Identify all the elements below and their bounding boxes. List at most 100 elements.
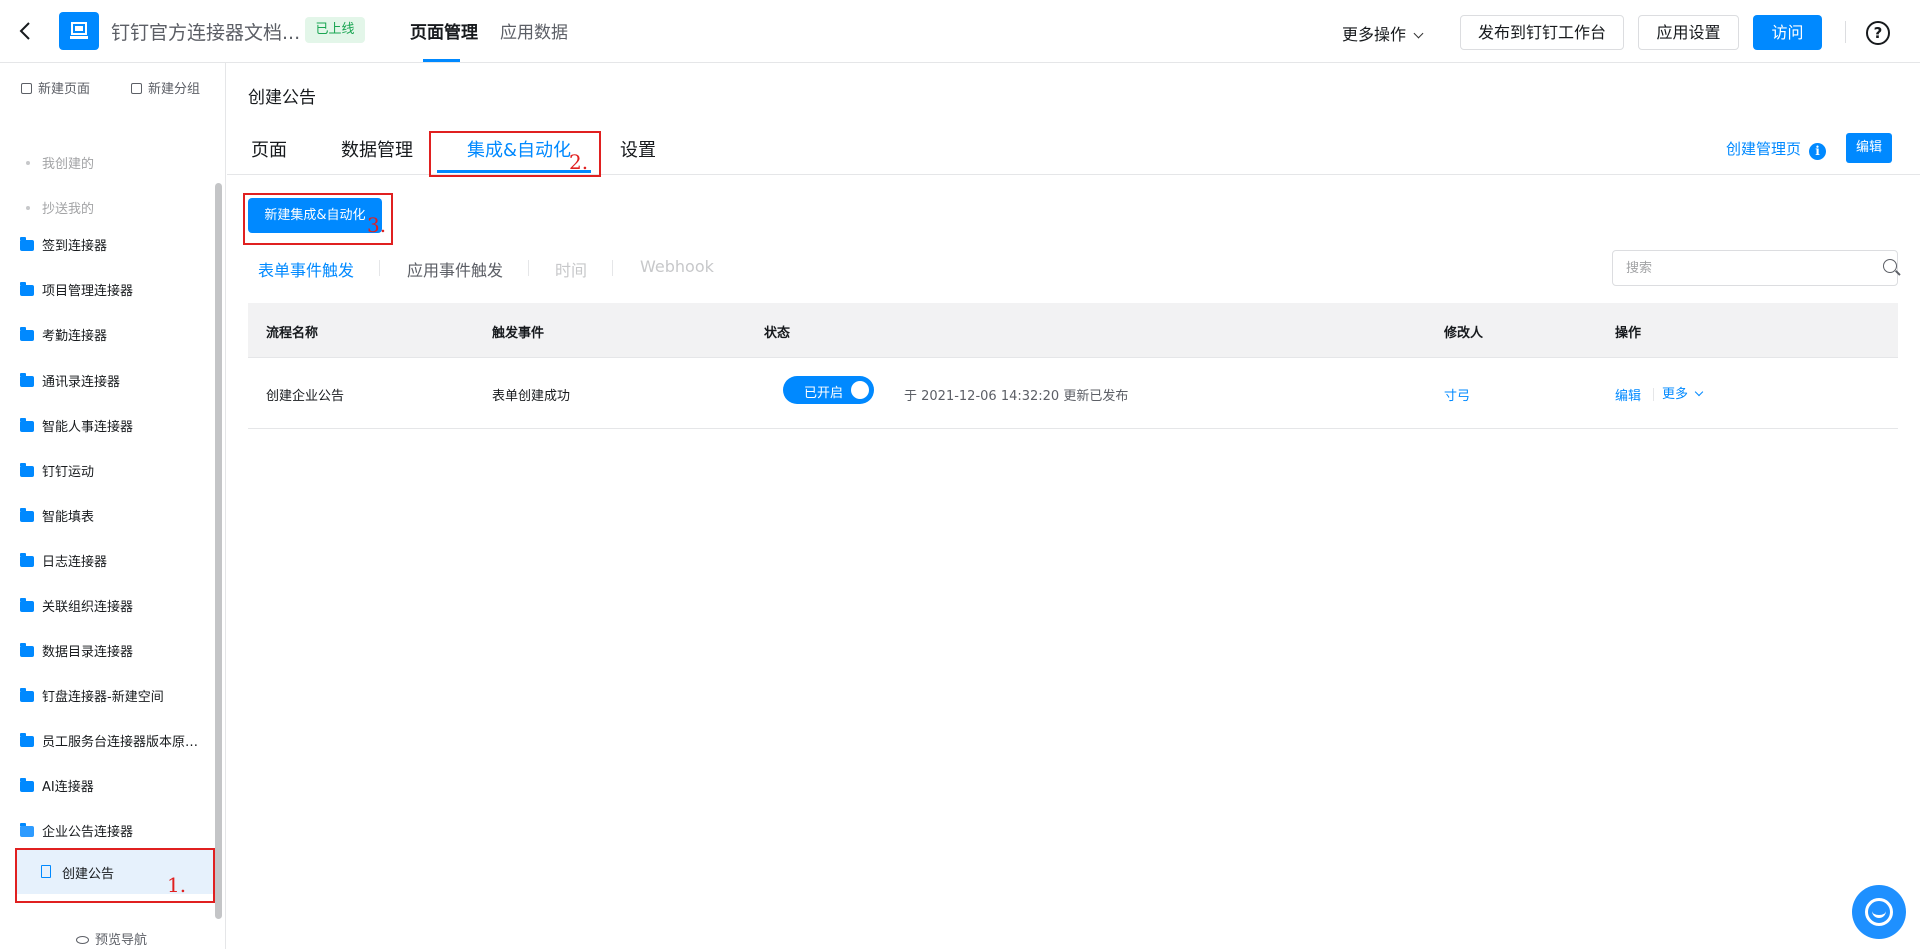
sidebar-folder[interactable]: 员工服务台连接器版本原因...: [20, 731, 210, 750]
tab-settings[interactable]: 设置: [620, 136, 656, 162]
folder-label: 通讯录连接器: [42, 375, 121, 390]
sidebar-folder[interactable]: 关联组织连接器: [20, 596, 210, 615]
folder-icon: [20, 327, 34, 341]
folder-label: 钉钉运动: [42, 465, 95, 480]
tab-data-management[interactable]: 数据管理: [341, 136, 413, 162]
column-header: 触发事件: [492, 326, 545, 341]
app-title: 钉钉官方连接器文档...: [111, 22, 301, 44]
folder-label: 考勤连接器: [42, 329, 108, 344]
folder-icon: [20, 688, 34, 702]
sidebar-folder[interactable]: 智能人事连接器: [20, 416, 210, 435]
top-bar: 钉钉官方连接器文档... 已上线 页面管理 应用数据 更多操作 发布到钉钉工作台…: [0, 0, 1920, 63]
publish-to-workbench-button[interactable]: 发布到钉钉工作台: [1460, 15, 1624, 50]
sidebar-item-label: 我创建的: [42, 157, 95, 172]
bullet-icon: [26, 161, 30, 165]
chevron-down-icon: [1694, 387, 1704, 397]
update-info-text: 于 2021-12-06 14:32:20 更新已发布: [904, 389, 1129, 404]
column-header: 修改人: [1444, 326, 1484, 341]
main-content: 创建公告 页面 数据管理 集成&自动化 设置 2. 创建管理页 i 编辑 新建集成…: [227, 63, 1920, 949]
help-icon[interactable]: ?: [1866, 21, 1890, 45]
divider: [528, 260, 529, 276]
trigger-tab-time[interactable]: 时间: [555, 257, 587, 281]
trigger-event-cell: 表单创建成功: [492, 389, 571, 404]
folder-label: 签到连接器: [42, 239, 108, 254]
search-field[interactable]: [1612, 250, 1898, 286]
tab-page[interactable]: 页面: [251, 136, 287, 162]
annotation-number-1: 1.: [167, 873, 187, 897]
divider: [1653, 388, 1654, 401]
app-settings-button[interactable]: 应用设置: [1638, 15, 1739, 50]
toggle-knob: [851, 381, 869, 399]
info-icon[interactable]: i: [1809, 143, 1827, 160]
search-input[interactable]: [1626, 259, 1856, 277]
sidebar-folder[interactable]: 通讯录连接器: [20, 371, 210, 390]
folder-icon: [20, 282, 34, 296]
folder-icon: [20, 463, 34, 477]
modifier-link[interactable]: 寸弓: [1444, 385, 1470, 404]
status-badge: 已上线: [305, 17, 365, 43]
folder-label: 日志连接器: [42, 555, 108, 570]
tab-app-data[interactable]: 应用数据: [500, 18, 568, 43]
sidebar-item-label: 抄送我的: [42, 202, 95, 217]
eye-icon: [76, 936, 89, 944]
sidebar-folder[interactable]: 智能填表: [20, 506, 210, 525]
sidebar-folder[interactable]: 项目管理连接器: [20, 280, 210, 299]
trigger-tab-form-event[interactable]: 表单事件触发: [258, 257, 354, 281]
folder-label: 数据目录连接器: [42, 645, 134, 660]
sidebar-folder[interactable]: AI连接器: [20, 776, 210, 795]
tab-page-management[interactable]: 页面管理: [410, 18, 478, 43]
annotation-number-2: 2.: [569, 150, 589, 174]
folder-icon: [20, 598, 34, 612]
trigger-tab-app-event[interactable]: 应用事件触发: [407, 257, 503, 281]
sidebar-folder[interactable]: 钉钉运动: [20, 461, 210, 480]
customer-support-icon[interactable]: [1852, 885, 1906, 939]
table-header: 流程名称 触发事件 状态 修改人 操作: [248, 303, 1898, 358]
sidebar-folder[interactable]: 签到连接器: [20, 235, 210, 254]
more-operations-label: 更多操作: [1342, 25, 1407, 44]
trigger-tab-webhook[interactable]: Webhook: [640, 257, 714, 276]
folder-icon: [20, 643, 34, 657]
folder-icon: [20, 553, 34, 567]
page-title: 创建公告: [248, 88, 316, 108]
sidebar-folder-expanded[interactable]: 企业公告连接器: [20, 821, 210, 840]
chevron-down-icon: [1413, 28, 1424, 39]
annotation-number-3: 3.: [367, 213, 387, 237]
new-group-button[interactable]: 新建分组: [131, 78, 200, 97]
divider: [1845, 21, 1846, 43]
folder-icon: [20, 508, 34, 522]
search-icon[interactable]: [1883, 259, 1897, 273]
more-operations-dropdown[interactable]: 更多操作: [1342, 21, 1424, 45]
column-header: 状态: [764, 326, 791, 341]
folder-label: 智能人事连接器: [42, 420, 134, 435]
sidebar-folder[interactable]: 钉盘连接器-新建空间: [20, 686, 210, 705]
folder-icon: [20, 418, 34, 432]
new-group-icon: [131, 83, 142, 94]
sidebar-item-my-created[interactable]: 我创建的: [26, 153, 94, 172]
create-manage-page-link[interactable]: 创建管理页 i: [1726, 138, 1827, 160]
row-more-dropdown[interactable]: 更多: [1662, 383, 1704, 402]
edit-button[interactable]: 编辑: [1846, 133, 1892, 163]
row-edit-link[interactable]: 编辑: [1615, 385, 1641, 404]
status-toggle[interactable]: 已开启: [783, 376, 874, 404]
folder-icon: [20, 733, 34, 747]
back-arrow-icon[interactable]: [14, 16, 38, 46]
sidebar-folder[interactable]: 日志连接器: [20, 551, 210, 570]
column-header: 流程名称: [266, 326, 319, 341]
active-tab-indicator: [423, 59, 460, 62]
folder-icon: [20, 778, 34, 792]
status-toggle-label: 已开启: [804, 386, 844, 401]
preview-navigation-button[interactable]: 预览导航: [76, 929, 147, 948]
sidebar-folder[interactable]: 数据目录连接器: [20, 641, 210, 660]
row-more-label: 更多: [1662, 387, 1689, 402]
folder-label: 钉盘连接器-新建空间: [42, 690, 164, 705]
divider: [379, 260, 380, 276]
sidebar-item-cc-me[interactable]: 抄送我的: [26, 198, 94, 217]
sidebar-scrollbar[interactable]: [215, 183, 222, 919]
folder-icon: [20, 373, 34, 387]
new-page-button[interactable]: 新建页面: [21, 78, 90, 97]
folder-label: 智能填表: [42, 510, 95, 525]
new-group-label: 新建分组: [148, 82, 201, 97]
visit-button[interactable]: 访问: [1753, 15, 1822, 50]
folder-label: 员工服务台连接器版本原因...: [42, 735, 210, 750]
sidebar-folder[interactable]: 考勤连接器: [20, 325, 210, 344]
